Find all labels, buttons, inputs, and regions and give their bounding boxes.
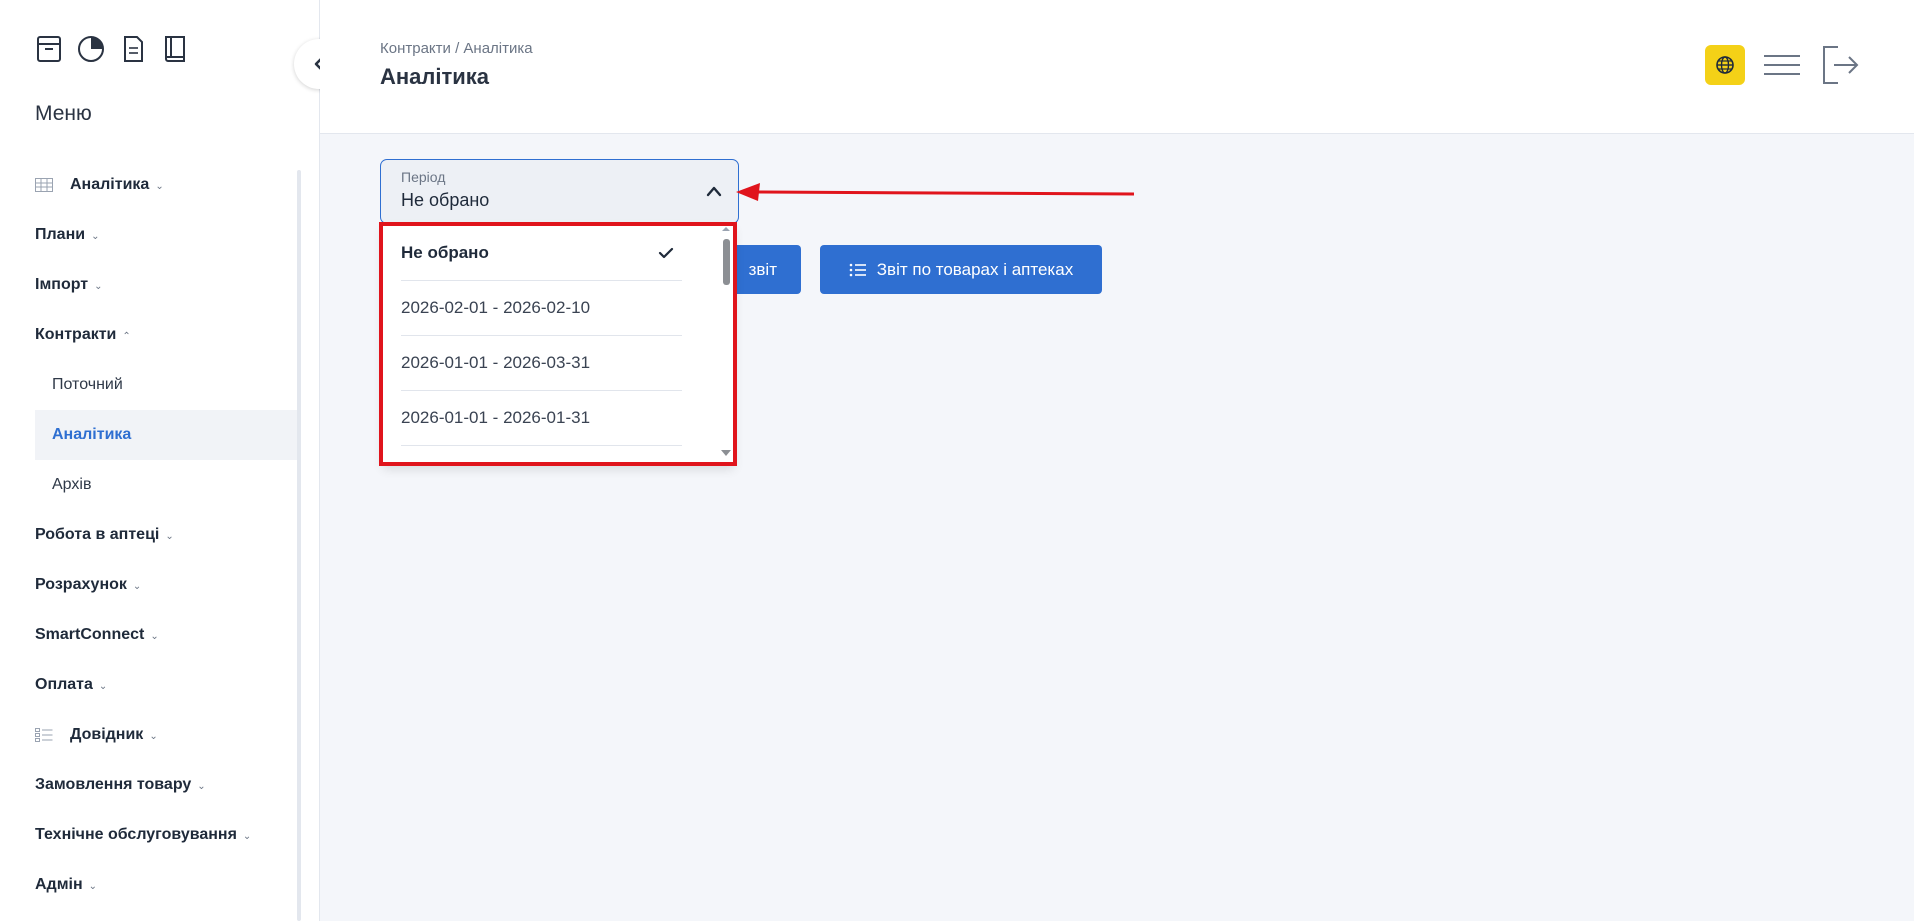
sidebar-item-label: Оплата [35,676,93,693]
menu-title: Меню [35,102,92,125]
page-header: Контракти / Аналітика Аналітика [320,0,1914,134]
pie-chart-icon[interactable] [77,34,105,64]
hamburger-menu-icon[interactable] [1762,50,1802,80]
products-pharmacies-report-label: Звіт по товарах і аптеках [876,259,1074,279]
period-select-label: Період [401,169,446,185]
chevron-down-icon: ⌄ [132,580,142,592]
products-pharmacies-report-button[interactable]: Звіт по товарах і аптеках [820,245,1102,294]
sidebar-top-icons [35,34,189,64]
archive-icon[interactable] [35,34,63,64]
chevron-down-icon: ⌄ [91,230,100,242]
sidebar-item-label: Розрахунок [35,576,127,593]
report-button-label: звіт [748,259,777,279]
dropdown-scrollbar[interactable] [718,225,734,465]
chevron-up-icon: ⌃ [122,330,131,342]
chevron-down-icon: ⌄ [242,830,252,842]
book-icon[interactable] [161,34,189,64]
sidebar-item-payment[interactable]: Оплата ⌄ [35,660,297,710]
sidebar-item-analytics[interactable]: Аналітика ⌄ [35,160,297,210]
sidebar-item-label: Імпорт [35,276,89,293]
sidebar-scrollbar[interactable] [297,170,301,921]
period-option-label: 2026-01-01 - 2026-03-31 [401,352,591,372]
sidebar-item-maintenance[interactable]: Технічне обслуговування ⌄ [35,810,297,860]
sidebar-item-orders[interactable]: Замовлення товару ⌄ [35,760,297,810]
period-option[interactable]: Не обрано [401,225,682,281]
sidebar-subitem-label: Архів [52,476,92,493]
chevron-up-icon [706,184,722,202]
document-icon[interactable] [119,34,147,64]
sidebar-item-contracts[interactable]: Контракти ⌃ [35,310,297,360]
sidebar-subitem-label: Поточний [52,376,123,393]
chevron-down-icon: ⌄ [197,780,206,792]
chevron-down-icon: ⌄ [155,180,164,192]
sidebar-subitem-current[interactable]: Поточний [35,360,297,410]
sidebar-item-label: Аналітика [70,176,150,193]
annotation-arrow [736,183,1134,201]
sidebar-item-admin[interactable]: Адмін ⌄ [35,860,297,910]
period-select[interactable]: Період Не обрано [380,159,739,224]
chevron-down-icon: ⌄ [149,730,158,742]
period-dropdown-list: Не обрано 2026-02-01 - 2026-02-10 2026-0… [383,225,734,465]
sidebar-subitem-label: Аналітика [52,426,132,443]
sidebar-item-plans[interactable]: Плани ⌄ [35,210,297,260]
sidebar-item-label: Довідник [70,726,144,743]
check-icon [658,244,674,264]
language-button[interactable] [1705,45,1745,85]
chevron-down-icon: ⌄ [94,280,103,292]
period-select-value: Не обрано [401,190,490,210]
sidebar-item-label: Замовлення товару [35,776,192,793]
sidebar-item-pharmacy-work[interactable]: Робота в аптеці ⌄ [35,510,297,560]
period-option[interactable]: 2026-01-01 - 2026-03-31 [401,335,682,391]
period-option-label: 2026-02-01 - 2026-02-10 [401,297,591,317]
period-option[interactable]: 2026-02-01 - 2026-02-10 [401,280,682,336]
sidebar-nav: Аналітика ⌄ Плани ⌄ Імпорт ⌄ Контракти ⌃… [35,160,297,910]
sidebar-subitem-archive[interactable]: Архів [35,460,297,510]
list-icon [35,728,53,742]
chevron-down-icon: ⌄ [150,630,159,642]
sidebar-item-directory[interactable]: Довідник ⌄ [35,710,297,760]
sidebar-item-label: Плани [35,226,86,243]
period-option-label: Не обрано [401,242,489,262]
chevron-down-icon: ⌄ [165,530,174,542]
sidebar-item-label: Контракти [35,326,117,343]
chevron-down-icon: ⌄ [98,680,108,692]
sidebar-item-label: Адмін [35,876,83,893]
list-icon [849,263,866,276]
sidebar-item-label: Технічне обслуговування [35,826,237,843]
sidebar-item-smartconnect[interactable]: SmartConnect ⌄ [35,610,297,660]
sidebar-item-label: Робота в аптеці [35,526,160,543]
sidebar-item-calculation[interactable]: Розрахунок ⌄ [35,560,297,610]
period-option[interactable]: 2026-01-01 - 2026-01-31 [401,390,682,446]
period-option-label: 2026-01-01 - 2026-01-31 [401,407,591,427]
chevron-down-icon: ⌄ [88,880,98,892]
sidebar-item-label: SmartConnect [35,626,145,643]
globe-icon [1716,56,1734,74]
sidebar-subitem-analytics[interactable]: Аналітика [35,410,297,460]
logout-icon[interactable] [1820,44,1860,86]
table-icon [35,178,53,192]
breadcrumb: Контракти / Аналітика [380,40,533,57]
sidebar-item-import[interactable]: Імпорт ⌄ [35,260,297,310]
page-title: Аналітика [380,64,490,89]
sidebar: Меню Аналітика ⌄ Плани ⌄ Імпорт ⌄ Контра… [0,0,320,921]
